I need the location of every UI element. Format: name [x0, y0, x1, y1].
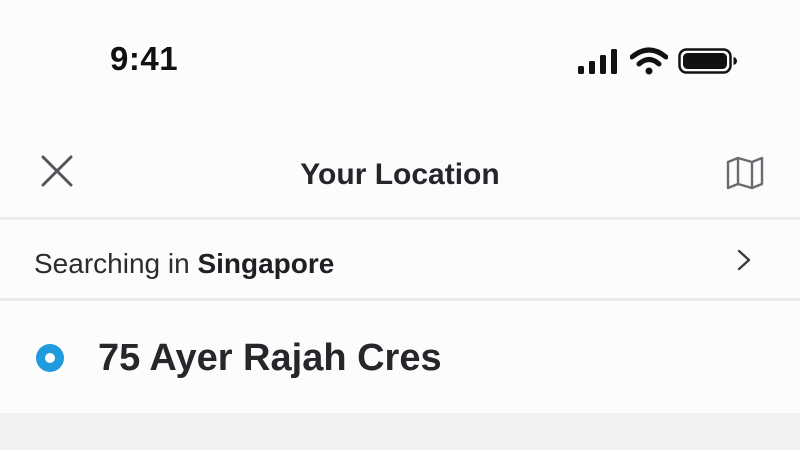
battery-icon — [678, 48, 737, 74]
search-region-row[interactable]: Searching in Singapore — [0, 220, 800, 298]
chevron-right-icon — [737, 249, 751, 271]
map-icon — [726, 156, 764, 190]
status-bar: 9:41 — [0, 0, 800, 110]
current-location-address: 75 Ayer Rajah Cres — [98, 337, 442, 379]
current-location-dot-icon — [36, 344, 64, 372]
wifi-icon — [630, 47, 668, 75]
list-background — [0, 413, 800, 450]
search-country-label: Singapore — [197, 248, 335, 279]
map-view-button[interactable] — [722, 150, 768, 196]
search-region-text: Searching in Singapore — [34, 248, 334, 280]
status-icons — [578, 46, 738, 76]
status-time: 9:41 — [110, 40, 179, 77]
current-location-row[interactable]: 75 Ayer Rajah Cres — [0, 301, 800, 413]
header: Your Location — [0, 130, 800, 218]
location-screen: 9:41 Your Location Searching in Singapor… — [0, 0, 800, 450]
cellular-signal-icon — [578, 49, 617, 74]
search-prefix-label: Searching in — [34, 248, 190, 279]
page-title: Your Location — [300, 158, 500, 191]
